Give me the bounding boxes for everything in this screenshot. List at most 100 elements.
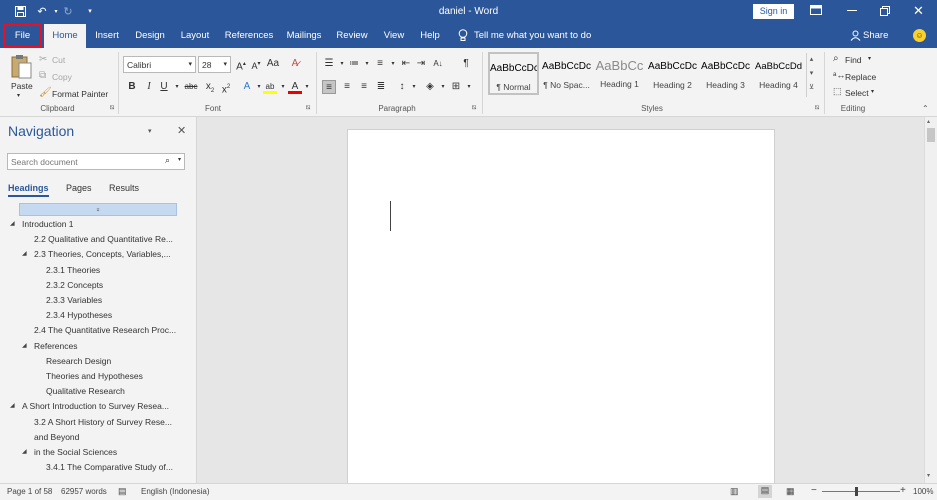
heading-item[interactable]: 2.3.3 Variables	[0, 293, 190, 307]
style-heading-3[interactable]: AaBbCcDc Heading 3	[700, 52, 751, 95]
style-normal[interactable]: AaBbCcDc ¶ Normal	[488, 52, 539, 95]
tab-headings[interactable]: Headings	[8, 183, 49, 197]
tab-file[interactable]: File	[3, 24, 42, 48]
document-page[interactable]	[347, 129, 775, 489]
scroll-up-icon[interactable]: ▴	[927, 118, 930, 125]
find-button[interactable]: Find	[845, 55, 862, 65]
heading-item[interactable]: ◢ Introduction 1	[0, 217, 190, 231]
heading-item[interactable]: 3.2 A Short History of Survey Rese...	[0, 415, 190, 429]
align-center-icon[interactable]: ≡	[340, 80, 354, 94]
read-mode-icon[interactable]: ▥	[730, 486, 739, 497]
style-no-spacing[interactable]: AaBbCcDc ¶ No Spac...	[541, 52, 592, 95]
language-indicator[interactable]: English (Indonesia)	[141, 487, 209, 496]
clipboard-launcher-icon[interactable]: ⧅	[110, 104, 114, 112]
font-launcher-icon[interactable]: ⧅	[306, 104, 310, 112]
heading-item[interactable]: and Beyond	[0, 430, 190, 444]
pane-options-icon[interactable]: ▾	[148, 127, 152, 135]
tab-design[interactable]: Design	[131, 24, 169, 48]
grow-font-icon[interactable]: A▴	[234, 57, 248, 72]
paste-dropdown-icon[interactable]: ▾	[17, 92, 20, 99]
zoom-level[interactable]: 100%	[913, 487, 933, 496]
heading-item[interactable]: 2.3.1 Theories	[0, 263, 190, 277]
heading-item[interactable]: Qualitative Research	[0, 384, 190, 398]
close-icon[interactable]: ✕	[913, 3, 924, 19]
styles-scroll[interactable]: ▴ ▾ ⊻	[806, 53, 816, 97]
underline-icon[interactable]: U	[157, 80, 171, 94]
styles-launcher-icon[interactable]: ⧅	[815, 104, 819, 112]
restore-icon[interactable]	[880, 6, 892, 18]
tab-home[interactable]: Home	[44, 24, 86, 48]
numbering-icon[interactable]: ≔	[347, 57, 361, 71]
sign-in-button[interactable]: Sign in	[753, 4, 794, 19]
zoom-in-icon[interactable]: +	[900, 485, 906, 496]
collapse-triangle-icon[interactable]: ◢	[10, 217, 15, 231]
zoom-slider[interactable]	[822, 487, 900, 496]
collapse-triangle-icon[interactable]: ◢	[22, 445, 27, 459]
scroll-thumb[interactable]	[927, 128, 935, 142]
replace-button[interactable]: Replace	[845, 72, 876, 82]
zoom-slider-thumb[interactable]	[855, 487, 858, 496]
sort-icon[interactable]: A↓	[431, 57, 445, 71]
superscript-icon[interactable]: x2	[219, 80, 233, 95]
shading-dropdown-icon[interactable]: ▾	[436, 80, 450, 94]
heading-item[interactable]: 2.3.4 Hypotheses	[0, 308, 190, 322]
select-button[interactable]: Select	[845, 88, 869, 98]
paste-button[interactable]: Paste	[11, 81, 33, 91]
share-button[interactable]: Share	[863, 24, 891, 48]
numbering-dropdown-icon[interactable]: ▾	[360, 57, 374, 71]
select-dropdown-icon[interactable]: ▾	[871, 88, 874, 95]
heading-item[interactable]: ◢ References	[0, 339, 190, 353]
tab-layout[interactable]: Layout	[175, 24, 215, 48]
align-right-icon[interactable]: ≡	[357, 80, 371, 94]
search-dropdown-icon[interactable]: ▾	[178, 156, 181, 163]
tab-review[interactable]: Review	[332, 24, 372, 48]
font-size-box[interactable]: 28 ▾	[198, 56, 231, 73]
heading-item[interactable]: 2.3.2 Concepts	[0, 278, 190, 292]
paste-icon[interactable]	[10, 54, 32, 80]
heading-item[interactable]: ◢ in the Social Sciences	[0, 445, 190, 459]
find-dropdown-icon[interactable]: ▾	[868, 55, 871, 62]
justify-icon[interactable]: ≣	[374, 80, 388, 94]
print-layout-icon[interactable]: ▤	[758, 485, 772, 498]
strikethrough-icon[interactable]: abc	[183, 80, 199, 94]
align-left-icon[interactable]: ≡	[322, 80, 336, 94]
style-heading-1[interactable]: AaBbCc Heading 1	[594, 52, 645, 95]
borders-icon[interactable]: ⊞	[449, 80, 463, 94]
heading-item[interactable]: 2.4 The Quantitative Research Proc...	[0, 323, 190, 337]
collapse-ribbon-icon[interactable]: ⌃	[922, 104, 929, 113]
heading-item[interactable]: 2.2 Qualitative and Quantitative Re...	[0, 232, 190, 246]
tab-results[interactable]: Results	[109, 183, 139, 193]
heading-item[interactable]: ◢ 2.3 Theories, Concepts, Variables,...	[0, 247, 190, 261]
tell-me-search[interactable]: Tell me what you want to do	[474, 24, 594, 48]
underline-dropdown-icon[interactable]: ▾	[170, 80, 184, 94]
clear-formatting-icon[interactable]: A̷	[288, 57, 302, 71]
font-name-box[interactable]: Calibri ▾	[123, 56, 196, 73]
tab-mailings[interactable]: Mailings	[282, 24, 326, 48]
bullets-icon[interactable]: ☰	[322, 57, 336, 71]
close-pane-icon[interactable]: ✕	[177, 124, 186, 137]
heading-item[interactable]: Research Design	[0, 354, 190, 368]
copy-button[interactable]: Copy	[52, 72, 72, 82]
ribbon-display-options-icon[interactable]	[810, 5, 824, 17]
search-icon[interactable]: ⌕	[165, 155, 170, 166]
tab-help[interactable]: Help	[415, 24, 445, 48]
zoom-out-icon[interactable]: −	[811, 485, 817, 496]
word-count[interactable]: 62957 words	[61, 487, 107, 496]
line-spacing-dropdown-icon[interactable]: ▾	[407, 80, 421, 94]
paragraph-launcher-icon[interactable]: ⧅	[472, 104, 476, 112]
heading-item[interactable]: 3.4.1 The Comparative Study of...	[0, 460, 190, 474]
page-count[interactable]: Page 1 of 58	[7, 487, 52, 496]
cut-button[interactable]: Cut	[52, 55, 65, 65]
multilevel-dropdown-icon[interactable]: ▾	[386, 57, 400, 71]
tab-view[interactable]: View	[378, 24, 410, 48]
proofing-icon[interactable]: ▤	[118, 486, 127, 497]
style-heading-4[interactable]: AaBbCcDd Heading 4	[753, 52, 804, 95]
italic-icon[interactable]: I	[142, 80, 156, 94]
scroll-down-icon[interactable]: ▾	[927, 472, 930, 479]
minimize-icon[interactable]	[847, 10, 857, 11]
smiley-feedback-icon[interactable]: ☺	[913, 29, 926, 42]
bold-icon[interactable]: B	[125, 80, 139, 94]
heading-item[interactable]: ◢ A Short Introduction to Survey Resea...	[0, 399, 190, 413]
decrease-indent-icon[interactable]: ⇤	[399, 57, 413, 71]
shading-icon[interactable]: ◈	[423, 80, 437, 94]
